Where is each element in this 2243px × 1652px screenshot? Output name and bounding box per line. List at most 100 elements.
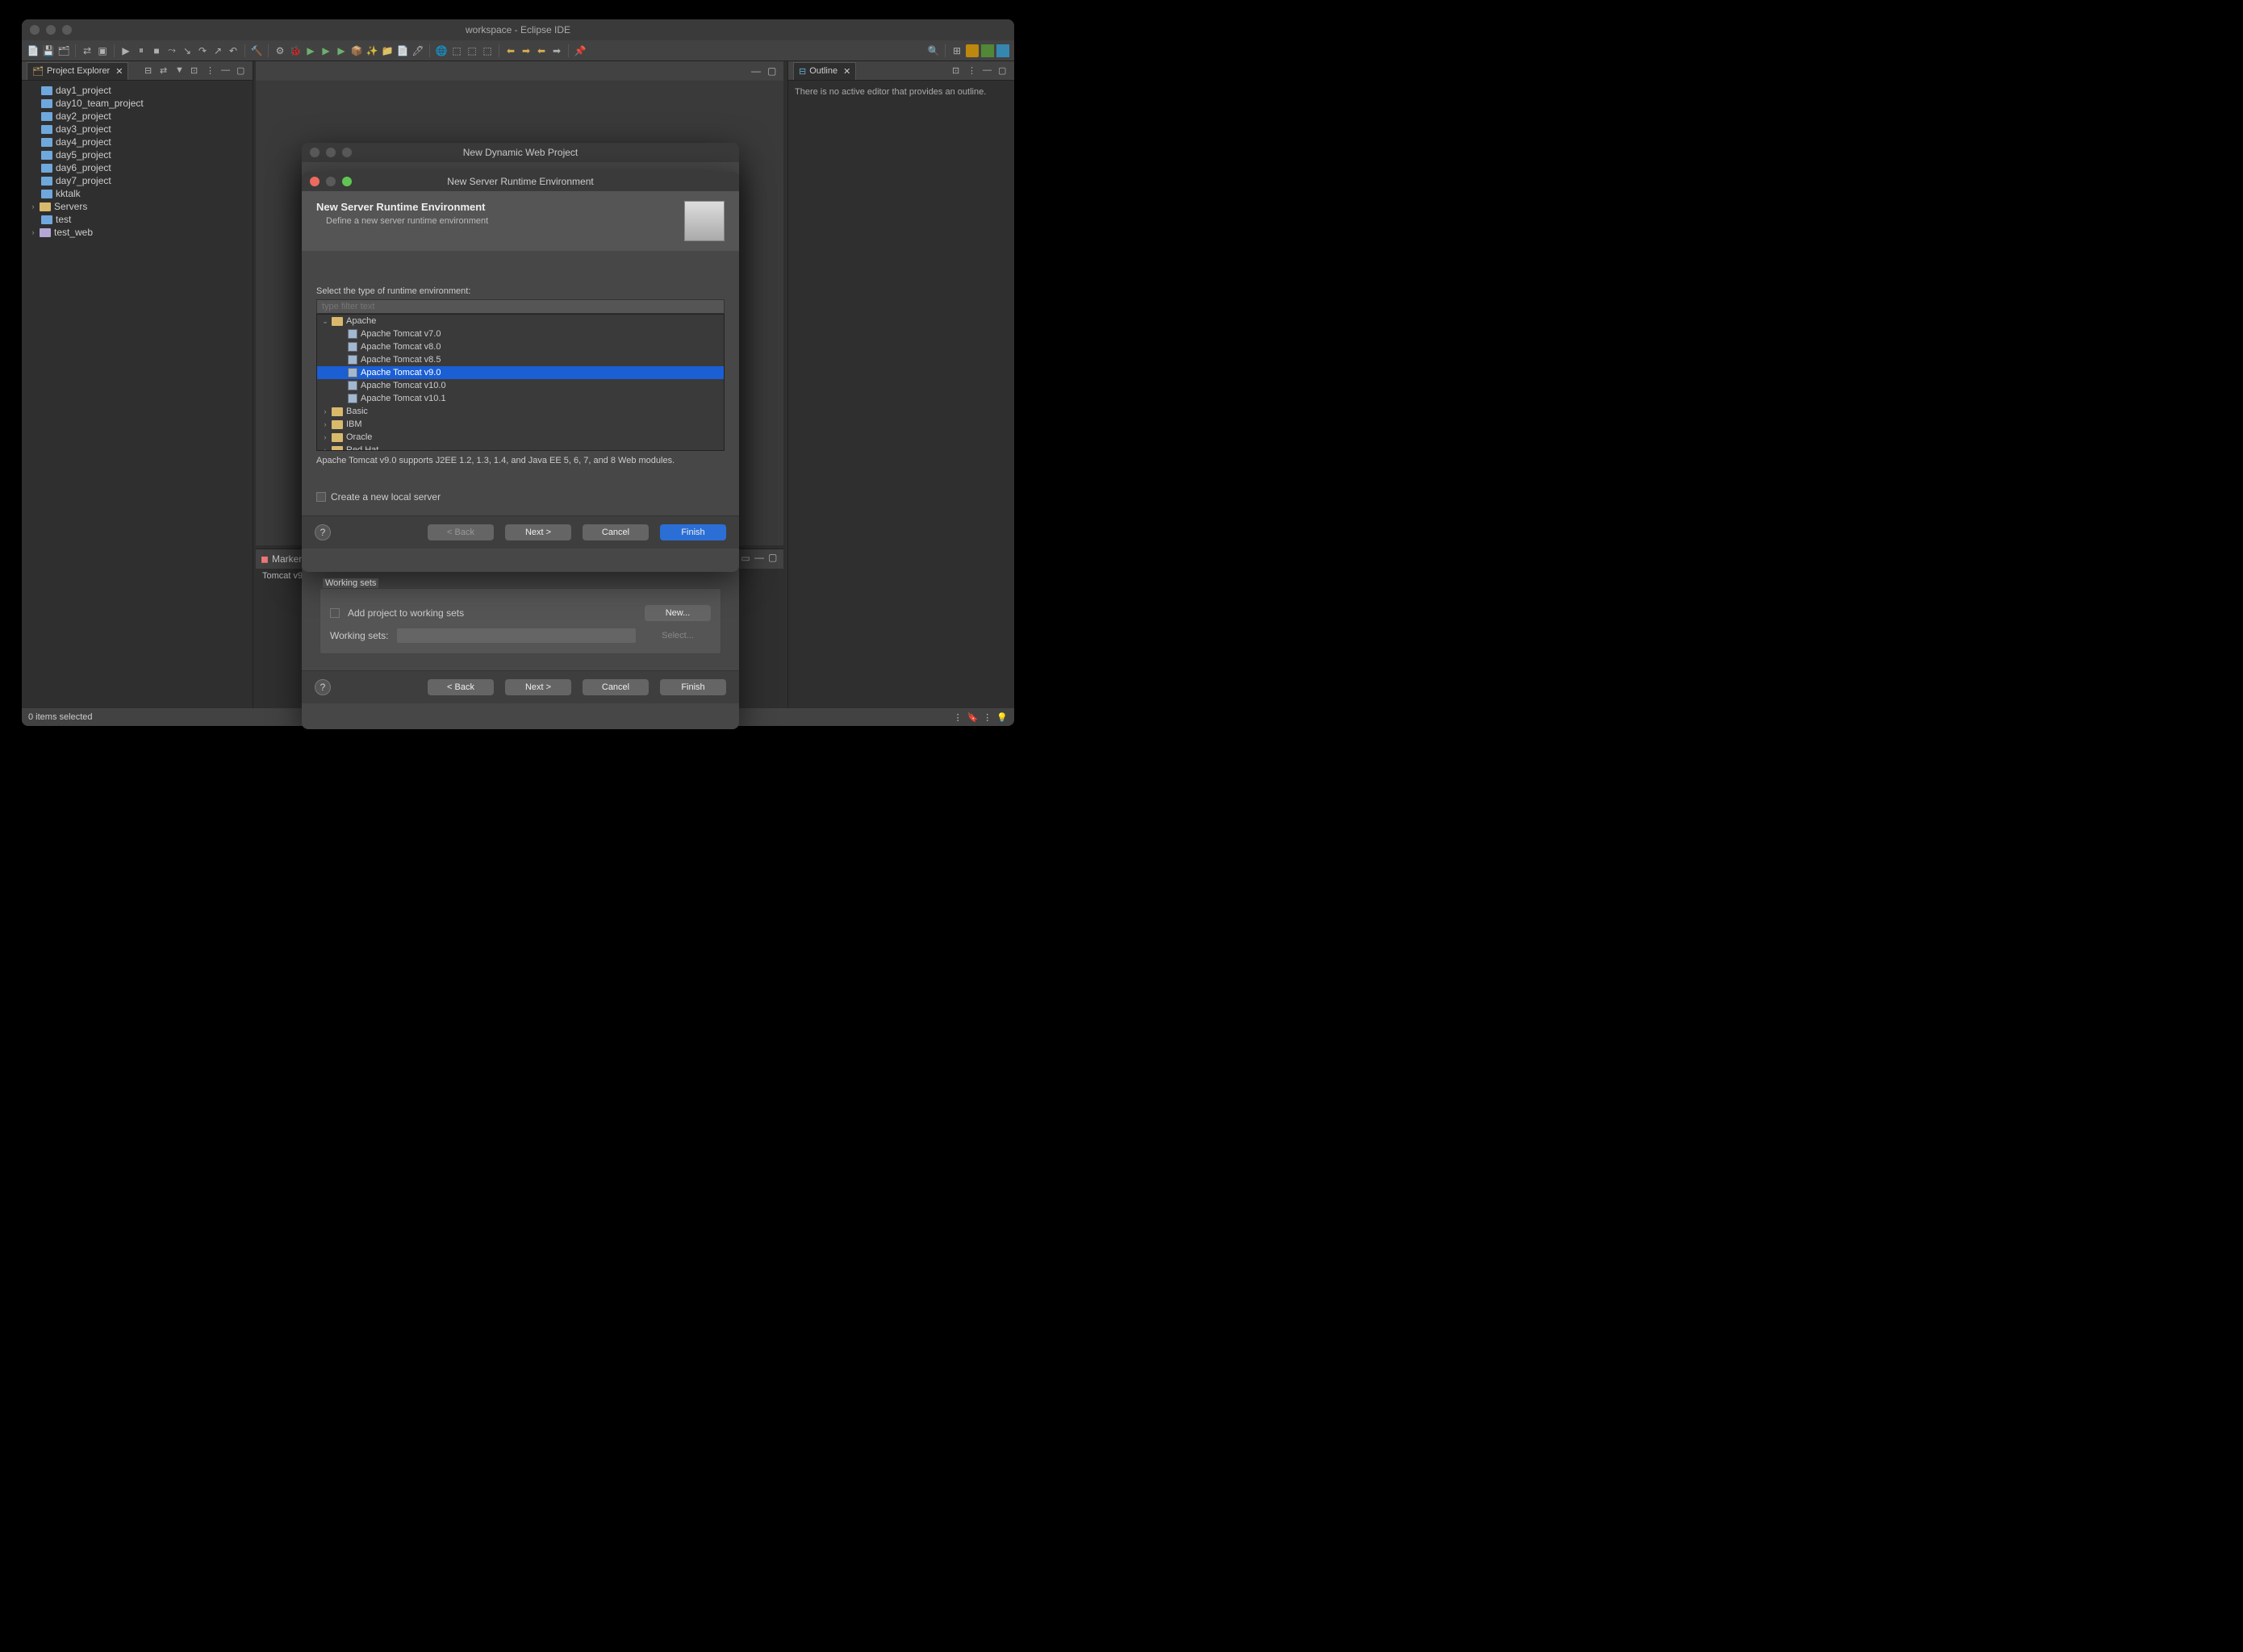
build-icon[interactable]: 🔨	[250, 44, 263, 57]
project-item[interactable]: day5_project	[22, 148, 253, 161]
new-project-icon[interactable]: ✨	[365, 44, 378, 57]
search-project-icon[interactable]: 🌐	[435, 44, 448, 57]
runtime-item[interactable]: Apache Tomcat v7.0	[317, 327, 724, 340]
maximize-editor-icon[interactable]: ▢	[767, 65, 779, 77]
minimize-view-icon[interactable]: ―	[221, 65, 232, 77]
project-tree[interactable]: day1_project day10_team_project day2_pro…	[22, 81, 253, 242]
project-item[interactable]: day3_project	[22, 123, 253, 136]
runtime-category-redhat[interactable]: ›Red Hat	[317, 444, 724, 451]
perspective-jee-icon[interactable]	[966, 44, 979, 57]
collapse-all-icon[interactable]: ⊟	[144, 65, 156, 77]
project-item[interactable]: test	[22, 213, 253, 226]
perspective-java-icon[interactable]	[996, 44, 1009, 57]
perspective-open-icon[interactable]: ⊞	[950, 44, 963, 57]
project-item[interactable]: day2_project	[22, 110, 253, 123]
step-over-icon[interactable]: ↷	[196, 44, 209, 57]
runtime-item[interactable]: Apache Tomcat v8.0	[317, 340, 724, 353]
runtime-tree[interactable]: ⌄Apache Apache Tomcat v7.0 Apache Tomcat…	[316, 314, 725, 451]
help-icon[interactable]: ?	[315, 524, 331, 540]
chevron-right-icon[interactable]: ›	[322, 420, 328, 428]
debug-run-icon[interactable]: ▶	[119, 44, 132, 57]
maximize-view-icon[interactable]: ▢	[768, 552, 779, 563]
runtime-category-ibm[interactable]: ›IBM	[317, 418, 724, 431]
minimize-view-icon[interactable]: ―	[983, 65, 994, 77]
new-package-icon[interactable]: 📁	[381, 44, 394, 57]
runtime-item[interactable]: Apache Tomcat v10.1	[317, 392, 724, 405]
project-item[interactable]: day1_project	[22, 84, 253, 97]
stop-icon[interactable]: ■	[150, 44, 163, 57]
new-icon[interactable]: 📄	[27, 44, 40, 57]
view-menu-icon[interactable]: ⋮	[967, 65, 979, 77]
terminal-icon[interactable]: ▣	[96, 44, 109, 57]
filter-input[interactable]	[316, 299, 725, 314]
back-icon[interactable]: ⬅	[535, 44, 548, 57]
project-item[interactable]: day4_project	[22, 136, 253, 148]
project-item-servers[interactable]: ›Servers	[22, 200, 253, 213]
back-nav-icon[interactable]: ⬅	[504, 44, 517, 57]
search-icon[interactable]: 🔍	[927, 44, 940, 57]
minimize-editor-icon[interactable]: ―	[751, 65, 762, 77]
minimize-dialog-icon[interactable]	[326, 177, 336, 186]
project-item[interactable]: day6_project	[22, 161, 253, 174]
minimize-view-icon[interactable]: ―	[754, 552, 766, 563]
chevron-right-icon[interactable]: ›	[322, 433, 328, 441]
expand-arrow-icon[interactable]: ›	[30, 202, 36, 211]
help-icon[interactable]: ?	[315, 679, 331, 695]
runtime-category-basic[interactable]: ›Basic	[317, 405, 724, 418]
chevron-down-icon[interactable]: ⌄	[322, 317, 328, 326]
dwp-titlebar[interactable]: New Dynamic Web Project	[302, 143, 739, 162]
step-into-icon[interactable]: ↘	[181, 44, 194, 57]
tip-of-day-icon[interactable]: 💡	[996, 712, 1008, 723]
runtime-finish-button[interactable]: Finish	[660, 524, 726, 540]
add-working-set-checkbox[interactable]	[330, 608, 340, 618]
close-tab-icon[interactable]: ✕	[843, 66, 850, 77]
tip-collapse-icon[interactable]: 🔖	[967, 712, 979, 723]
coverage-icon[interactable]: ▶	[320, 44, 332, 57]
forward-icon[interactable]: ➡	[550, 44, 563, 57]
disconnect-icon[interactable]: ⤳	[165, 44, 178, 57]
open-console-icon[interactable]: ▭	[739, 552, 752, 565]
toggle-icon[interactable]: ⬚	[481, 44, 494, 57]
focus-icon[interactable]: ⊡	[952, 65, 963, 77]
close-window-icon[interactable]	[30, 25, 40, 35]
perspective-debug-icon[interactable]	[981, 44, 994, 57]
new-working-set-button[interactable]: New...	[645, 605, 711, 621]
pause-icon[interactable]: ⏸	[135, 44, 148, 57]
dwp-back-button[interactable]: < Back	[428, 679, 494, 695]
runtime-category-apache[interactable]: ⌄Apache	[317, 315, 724, 327]
filter-icon[interactable]: ▼	[175, 65, 186, 77]
project-item-testweb[interactable]: ›test_web	[22, 226, 253, 239]
outline-tab[interactable]: ⊟ Outline ✕	[793, 62, 856, 80]
new-class-icon[interactable]: 📄	[396, 44, 409, 57]
runtime-category-oracle[interactable]: ›Oracle	[317, 431, 724, 444]
task-icon[interactable]: ⬚	[450, 44, 463, 57]
focus-icon[interactable]: ⊡	[190, 65, 202, 77]
dwp-cancel-button[interactable]: Cancel	[583, 679, 649, 695]
runtime-titlebar[interactable]: New Server Runtime Environment	[302, 172, 739, 191]
run-last-icon[interactable]: ▶	[335, 44, 348, 57]
zoom-dialog-icon[interactable]	[342, 177, 352, 186]
close-dialog-icon[interactable]	[310, 177, 320, 186]
more-icon[interactable]: ⋮	[983, 712, 992, 723]
save-all-icon[interactable]: 🗂	[57, 44, 70, 57]
maximize-view-icon[interactable]: ▢	[236, 65, 248, 77]
pin-icon[interactable]: 📌	[574, 44, 587, 57]
project-item[interactable]: kktalk	[22, 187, 253, 200]
fwd-nav-icon[interactable]: ➡	[520, 44, 533, 57]
dwp-finish-button[interactable]: Finish	[660, 679, 726, 695]
status-menu-icon[interactable]: ⋮	[954, 712, 963, 723]
runtime-next-button[interactable]: Next >	[505, 524, 571, 540]
chevron-right-icon[interactable]: ›	[322, 446, 328, 451]
window-titlebar[interactable]: workspace - Eclipse IDE	[22, 19, 1014, 40]
working-sets-combo[interactable]	[396, 628, 637, 644]
project-item[interactable]: day10_team_project	[22, 97, 253, 110]
wand-icon[interactable]: 🖊	[411, 44, 424, 57]
view-menu-icon[interactable]: ⋮	[206, 65, 217, 77]
expand-arrow-icon[interactable]: ›	[30, 228, 36, 236]
minimize-window-icon[interactable]	[46, 25, 56, 35]
local-server-checkbox[interactable]	[316, 492, 326, 502]
zoom-dialog-icon[interactable]	[342, 148, 352, 157]
ant-icon[interactable]: ⚙	[274, 44, 286, 57]
runtime-item[interactable]: Apache Tomcat v8.5	[317, 353, 724, 366]
runtime-cancel-button[interactable]: Cancel	[583, 524, 649, 540]
